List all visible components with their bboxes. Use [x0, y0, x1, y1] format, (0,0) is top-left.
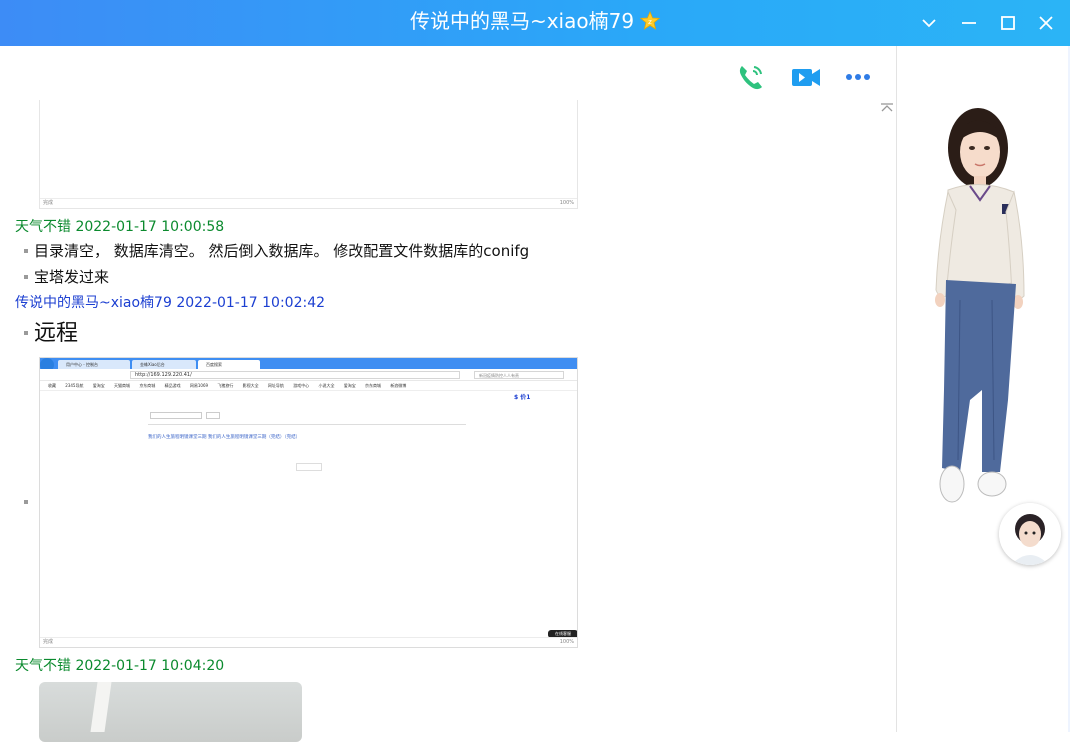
- star-badge-icon: z: [640, 10, 661, 31]
- page-input: [150, 412, 202, 419]
- image-footer-right: 100%: [559, 639, 574, 645]
- browser-addressbar: http://169.129.220.41/ 新冠疫情防控人人有责: [40, 369, 577, 381]
- collapse-top-icon[interactable]: [879, 100, 895, 116]
- browser-tab: 用户中心 - 控制台: [58, 360, 130, 369]
- friend-avatar[interactable]: [999, 503, 1061, 565]
- bullet: [24, 500, 28, 504]
- more-icon[interactable]: [842, 60, 876, 94]
- image-message-top[interactable]: 完成 100%: [39, 100, 578, 209]
- bullet: [24, 331, 28, 335]
- bookmark: 爱淘宝: [343, 383, 356, 388]
- window-title: 传说中的黑马~xiao楠79 z: [0, 8, 1070, 34]
- message-text: 宝塔发过来: [34, 268, 110, 286]
- bookmark: 小说大全: [318, 383, 335, 388]
- image-footer-left: 完成: [43, 200, 54, 206]
- page-button: [206, 412, 220, 419]
- browser-search: 新冠疫情防控人人有责: [474, 371, 564, 379]
- bookmark: 京东商城: [365, 383, 382, 388]
- bullet: [24, 249, 28, 253]
- message-text: 目录清空， 数据库清空。 然后倒入数据库。 修改配置文件数据库的conifg: [34, 242, 530, 260]
- message-text: 远程: [34, 321, 79, 346]
- panel-divider: [896, 46, 897, 732]
- bookmark: 影视大全: [242, 383, 259, 388]
- bookmark: 网易1069: [189, 383, 209, 388]
- svg-text:z: z: [648, 18, 652, 26]
- maximize-icon[interactable]: [994, 9, 1022, 37]
- show-avatar-figure: [935, 108, 1025, 503]
- browser-tabbar: 用户中心 - 控制台 金蛛Xiao后台 百度搜索: [40, 358, 577, 372]
- close-icon[interactable]: [1032, 9, 1060, 37]
- browser-tab: 金蛛Xiao后台: [132, 360, 196, 369]
- phone-call-icon[interactable]: [734, 60, 768, 94]
- image-message-browser[interactable]: 用户中心 - 控制台 金蛛Xiao后台 百度搜索 http://169.129.…: [39, 357, 578, 648]
- image-footer: 完成 100%: [40, 198, 577, 208]
- page-link: 我们的人生旅程明镜课堂三期 我们的人生旅程明镜课堂三期（完结）（完结）: [148, 435, 301, 440]
- browser-bookmarks: 收藏 2345导航 爱淘宝 天猫商城 京东商城 精品游戏 网易1069 飞猪旅行…: [40, 381, 577, 391]
- title-bar: 传说中的黑马~xiao楠79 z: [0, 0, 1070, 46]
- window-title-text: 传说中的黑马~xiao楠79: [409, 9, 635, 33]
- page-price: $ 价1: [514, 394, 531, 401]
- bookmark: 游戏中心: [293, 383, 310, 388]
- bookmark: 天猫商城: [114, 383, 131, 388]
- photo-detail: [90, 682, 112, 732]
- bookmark: 爱淘宝: [92, 383, 105, 388]
- sender-line: 天气不错 2022-01-17 10:04:20: [15, 658, 225, 674]
- browser-tab: 百度搜索: [198, 360, 260, 369]
- browser-url: http://169.129.220.41/: [130, 371, 460, 379]
- minimize-icon[interactable]: [955, 9, 983, 37]
- bullet: [24, 275, 28, 279]
- image-message-photo[interactable]: [39, 682, 302, 742]
- collapse-icon[interactable]: [915, 9, 943, 37]
- image-footer-left: 完成: [43, 639, 54, 645]
- sender-line: 传说中的黑马~xiao楠79 2022-01-17 10:02:42: [15, 295, 326, 311]
- sender-line: 天气不错 2022-01-17 10:00:58: [15, 219, 225, 235]
- image-footer: 完成 100%: [40, 637, 577, 647]
- image-footer-right: 100%: [559, 200, 574, 206]
- video-call-icon[interactable]: [789, 60, 823, 94]
- bookmark: 精品游戏: [164, 383, 181, 388]
- page-rule: [148, 424, 466, 425]
- pager: [296, 463, 322, 471]
- bookmark: 网址导航: [267, 383, 284, 388]
- bookmark: 2345导航: [65, 383, 84, 388]
- bookmark: 收藏: [48, 383, 56, 388]
- bookmark: 京东商城: [139, 383, 156, 388]
- bookmark: 飞猪旅行: [217, 383, 234, 388]
- bookmark: 新浪微博: [390, 383, 407, 388]
